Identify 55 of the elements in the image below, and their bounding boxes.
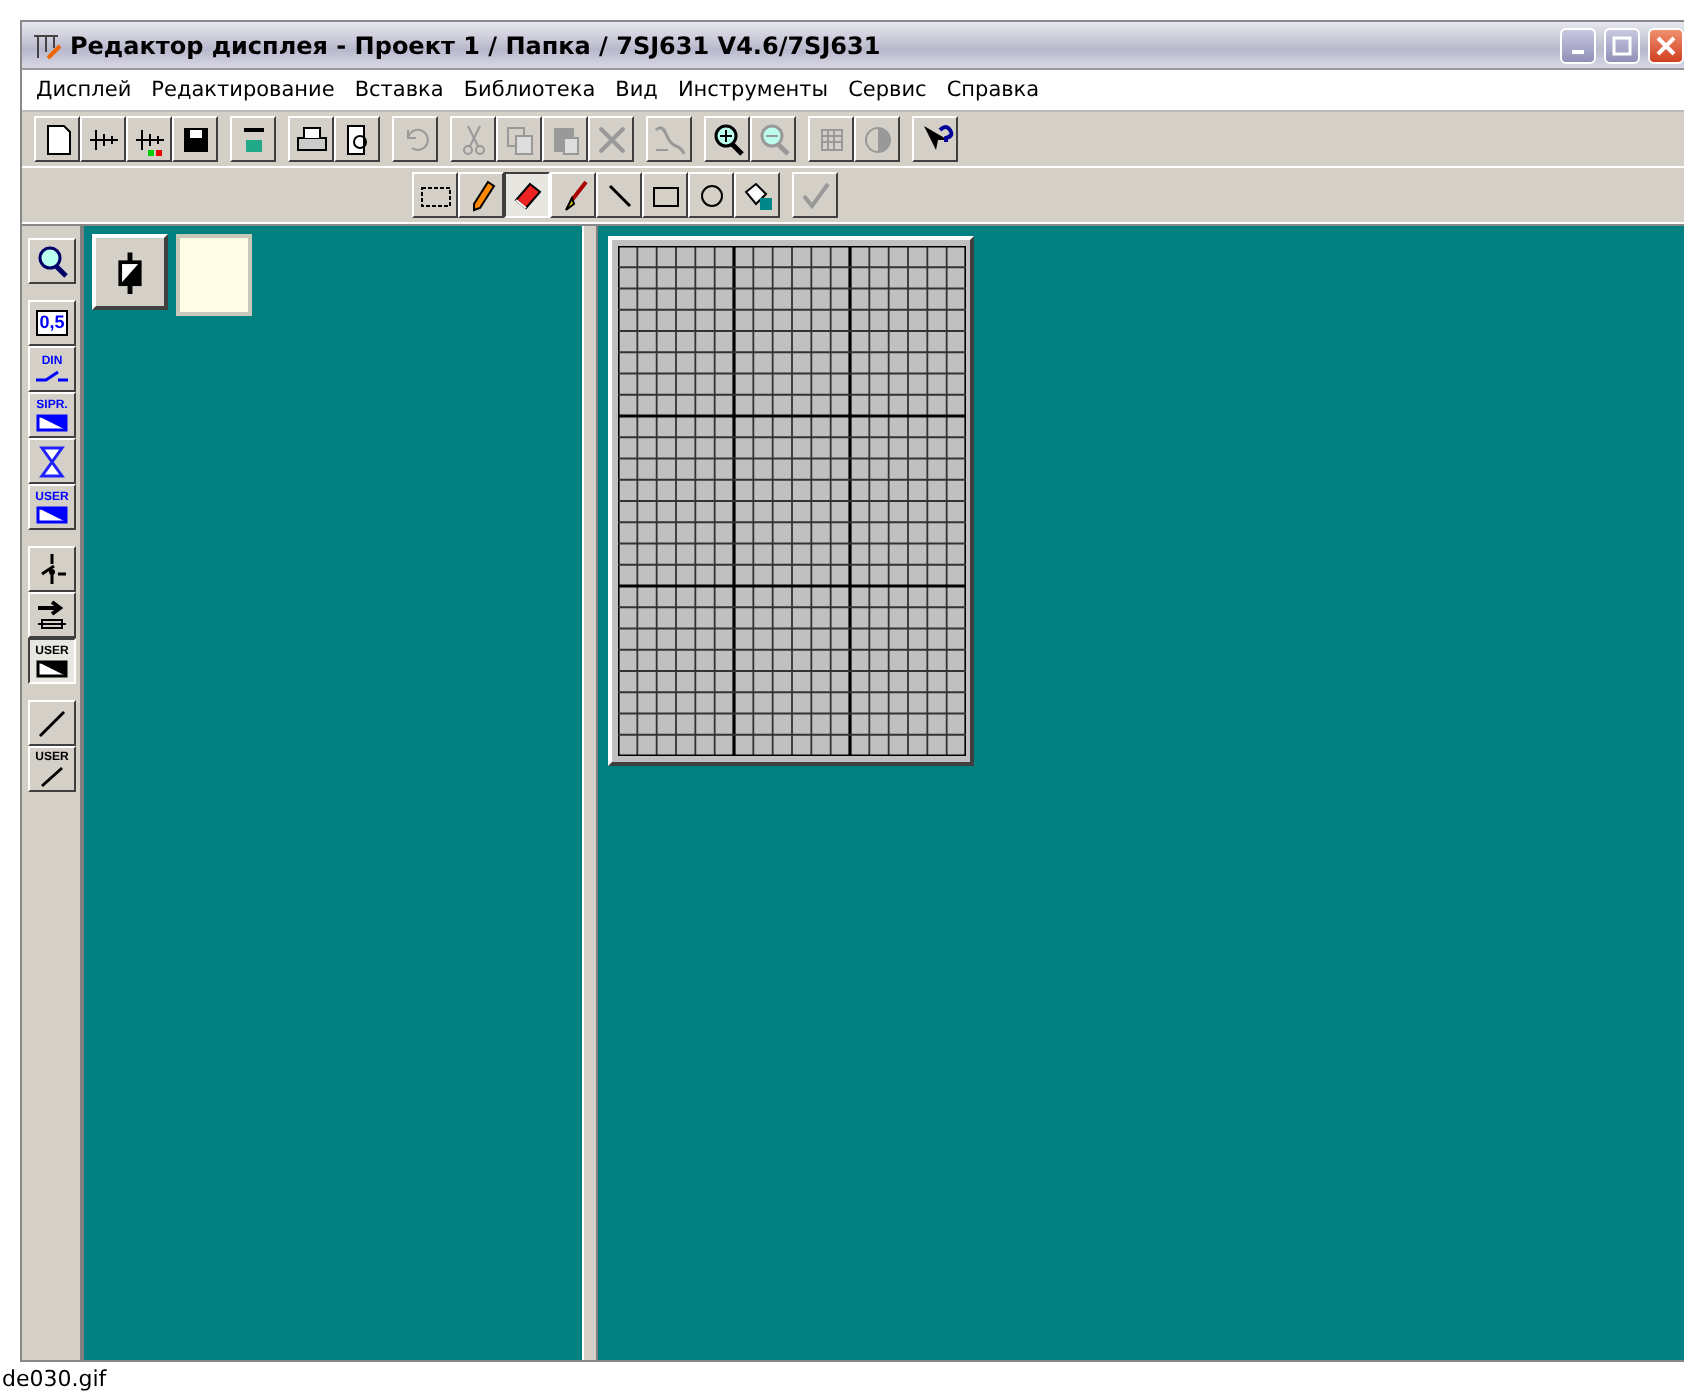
paint-bucket-icon [739,177,775,213]
library-tool-button[interactable] [28,700,76,746]
check-icon [797,177,833,213]
window-title: Редактор дисплея - Проект 1 / Папка / 7SJ631 V4.6/7SJ631 [70,31,883,59]
toolbar-button[interactable] [34,116,80,162]
component-button[interactable] [92,234,168,310]
copy-icon [501,121,537,157]
close-button[interactable] [1648,27,1684,63]
menu-item[interactable]: Редактирование [141,76,345,104]
squiggle-icon [651,121,687,157]
library-tool-button[interactable] [28,238,76,284]
toolbar-button[interactable] [704,116,750,162]
menu-item[interactable]: Справка [936,76,1050,104]
toolbar-button[interactable] [334,116,380,162]
line-icon [34,705,70,741]
cross-icon [593,121,629,157]
block-icon [34,659,70,677]
hourglass-icon [34,443,70,479]
printer-icon [293,121,329,157]
menu-item[interactable]: Библиотека [453,76,606,104]
close-icon [1656,35,1676,55]
drawing-tool-button[interactable] [504,172,550,218]
menu-item[interactable]: Дисплей [26,76,142,104]
maximize-button[interactable] [1604,27,1640,63]
minimize-button[interactable] [1560,27,1596,63]
library-tool-button[interactable]: 0,5 [28,300,76,346]
arrow-icon [34,597,70,633]
block-icon [34,413,70,431]
library-tool-button[interactable] [28,546,76,592]
menu-item[interactable]: Сервис [838,76,937,104]
color-swatch[interactable] [176,234,252,316]
library-tool-button[interactable] [28,438,76,484]
maximize-icon [1612,35,1632,55]
toolbar-button[interactable] [912,116,958,162]
splitter[interactable] [582,226,598,1360]
toolbar-button[interactable] [80,116,126,162]
zoom-in-icon [709,121,745,157]
line-icon [38,765,66,787]
switch-icon [34,369,70,383]
block-icon [34,505,70,523]
menu-item[interactable]: Вид [605,76,668,104]
menu-item[interactable]: Инструменты [667,76,839,104]
zoom-out-icon [755,121,791,157]
toolbar-button[interactable] [126,116,172,162]
menu-item[interactable]: Вставка [344,76,454,104]
eraser-icon [509,177,545,213]
library-tool-button[interactable] [28,592,76,638]
toolbar-button[interactable] [288,116,334,162]
minimize-icon [1572,49,1584,53]
image-caption: de030.gif [0,1364,109,1392]
toolbar-button[interactable] [230,116,276,162]
toolbar-button[interactable] [172,116,218,162]
app-icon [30,29,62,61]
search-icon [34,243,70,279]
contrast-icon [859,121,895,157]
